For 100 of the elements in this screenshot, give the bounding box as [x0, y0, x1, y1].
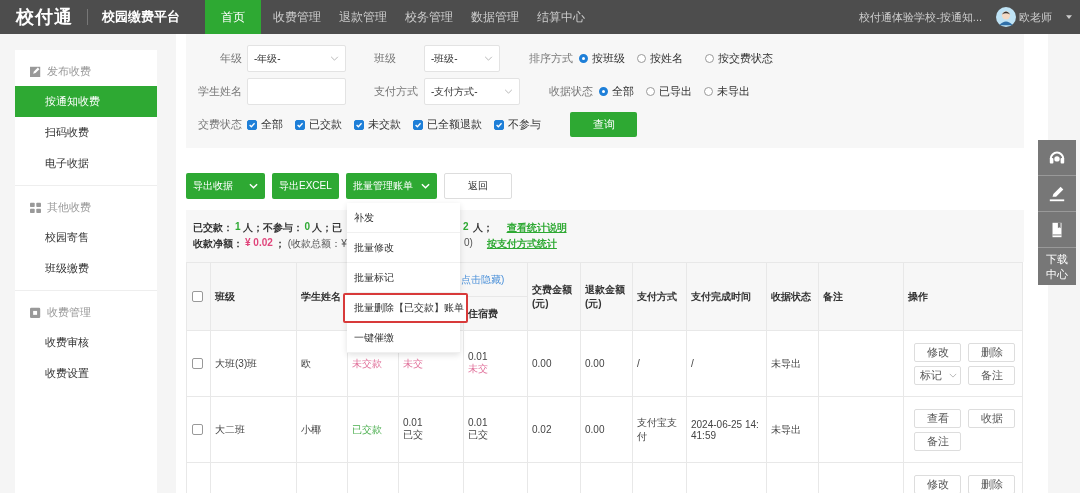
field-label: 收据状态	[549, 84, 593, 99]
action-button[interactable]: 收据	[968, 409, 1015, 428]
radio-button[interactable]	[646, 87, 655, 96]
radio-button[interactable]	[705, 54, 714, 63]
row-checkbox[interactable]	[192, 424, 203, 436]
table-cell: 未导出	[771, 423, 801, 435]
table-cell-text: 已交	[403, 428, 424, 442]
payment-method-select[interactable]: -支付方式-	[424, 78, 520, 105]
action-button[interactable]: 查看	[914, 409, 961, 428]
checkbox[interactable]	[494, 119, 504, 130]
sidebar-item[interactable]: 电子收据	[15, 148, 157, 179]
radio-option[interactable]: 按交费状态	[705, 51, 773, 66]
back-button[interactable]: 返回	[443, 173, 512, 199]
nav-tab[interactable]: 数据管理	[462, 0, 528, 34]
checkbox[interactable]	[413, 119, 423, 130]
action-button[interactable]: 备注	[914, 432, 961, 451]
class-select[interactable]: -班级-	[424, 45, 500, 72]
platform-title: 校园缴费平台	[102, 8, 180, 26]
stats-text: ¥ 0.02	[245, 237, 273, 250]
header-cell: 操作	[903, 262, 1023, 331]
action-button[interactable]: 删除	[968, 475, 1015, 493]
checkbox-option[interactable]: 不参与	[494, 117, 541, 132]
header-cell: 班级	[210, 262, 297, 331]
header-cell: 退款金额(元)	[580, 262, 633, 331]
radio-button[interactable]	[704, 87, 713, 96]
action-button[interactable]: 修改	[914, 343, 961, 362]
table-cell: 未导出	[771, 357, 801, 369]
stats-text: 人；	[312, 221, 333, 235]
menu-item[interactable]: 批量标记	[347, 263, 460, 293]
table-cell-text: 未交	[468, 362, 489, 376]
checkbox[interactable]	[295, 119, 305, 130]
mark-select[interactable]: 标记	[914, 366, 961, 385]
radio-button[interactable]	[579, 54, 588, 63]
field-label: 年级	[219, 51, 242, 66]
radio-option[interactable]: 已导出	[646, 84, 692, 99]
checkbox[interactable]	[354, 119, 364, 130]
table-cell: /	[691, 358, 694, 369]
chevron-icon	[949, 373, 957, 378]
sidebar-item[interactable]: 班级缴费	[15, 253, 157, 284]
table-cell: 0.00	[532, 358, 552, 369]
stats-text: 0	[304, 221, 311, 234]
box-icon	[30, 306, 41, 318]
action-button[interactable]: 备注	[968, 366, 1015, 385]
header-cell: 收据状态	[766, 262, 819, 331]
table-cell: 2024-06-25 14:41:59	[691, 418, 759, 441]
header-cell: 支付完成时间	[686, 262, 767, 331]
caret-icon[interactable]	[1066, 15, 1072, 19]
table-cell-text: 0.01	[403, 417, 424, 428]
edit-icon	[30, 65, 41, 77]
stats-text: 已交款：	[193, 221, 233, 235]
header-cell: 交费金额(元)	[527, 262, 581, 331]
sidebar-item[interactable]: 扫码收费	[15, 117, 157, 148]
field-label: 排序方式	[529, 51, 573, 66]
row-checkbox[interactable]	[192, 358, 203, 370]
chevron-icon	[420, 183, 430, 189]
radio-option[interactable]: 未导出	[704, 84, 750, 99]
header-cell: 支付方式	[632, 262, 687, 331]
field-label: 支付方式	[373, 84, 419, 99]
menu-item[interactable]: 批量删除【已交款】账单	[343, 293, 468, 323]
field-label: 班级	[373, 51, 397, 66]
status-text: 未交款	[352, 357, 382, 369]
radio-button[interactable]	[637, 54, 646, 63]
nav-tab[interactable]: 退款管理	[330, 0, 396, 34]
stats-text: 人；	[242, 221, 263, 235]
sidebar-group-title: 其他收费	[47, 199, 91, 215]
checkbox-option[interactable]: 全部	[247, 117, 283, 132]
table-cell: 0.00	[585, 358, 605, 369]
table-cell: 0.02	[532, 424, 552, 435]
nav-tab[interactable]: 结算中心	[528, 0, 594, 34]
stats-text: 人；	[472, 221, 493, 235]
table-cell: 小椰	[301, 423, 321, 435]
user-name[interactable]: 欧老师	[1019, 9, 1052, 25]
student-name-field[interactable]	[247, 78, 346, 105]
grade-select[interactable]: -年级-	[247, 45, 346, 72]
menu-item[interactable]: 补发	[347, 203, 460, 233]
checkbox-option[interactable]: 已全额退款	[413, 117, 482, 132]
nav-tab[interactable]: 校务管理	[396, 0, 462, 34]
table-cell: /	[637, 358, 640, 369]
checkbox[interactable]	[192, 291, 203, 303]
menu-item[interactable]: 一键催缴	[347, 323, 460, 353]
menu-item[interactable]: 批量修改	[347, 233, 460, 263]
sidebar-item[interactable]: 收费审核	[15, 327, 157, 358]
checkbox[interactable]	[247, 119, 257, 130]
radio-option[interactable]: 按姓名	[637, 51, 693, 66]
action-button[interactable]: 删除	[968, 343, 1015, 362]
radio-option[interactable]: 按班级	[579, 51, 625, 66]
table-cell: 大班(3)班	[215, 357, 258, 369]
stats-text: 1	[235, 221, 241, 234]
nav-tab[interactable]: 收费管理	[264, 0, 330, 34]
radio-button[interactable]	[599, 87, 608, 96]
table-cell: 0.00	[585, 424, 605, 435]
sidebar-item[interactable]: 校园寄售	[15, 222, 157, 253]
checkbox-option[interactable]: 已交款	[295, 117, 342, 132]
avatar-icon[interactable]	[996, 7, 1016, 27]
action-button[interactable]: 修改	[914, 475, 961, 493]
chevron-icon	[484, 56, 493, 61]
radio-option[interactable]: 全部	[599, 84, 634, 99]
checkbox-option[interactable]: 未交款	[354, 117, 401, 132]
table-cell-text: 已交	[468, 428, 489, 442]
sidebar-item[interactable]: 收费设置	[15, 358, 157, 389]
